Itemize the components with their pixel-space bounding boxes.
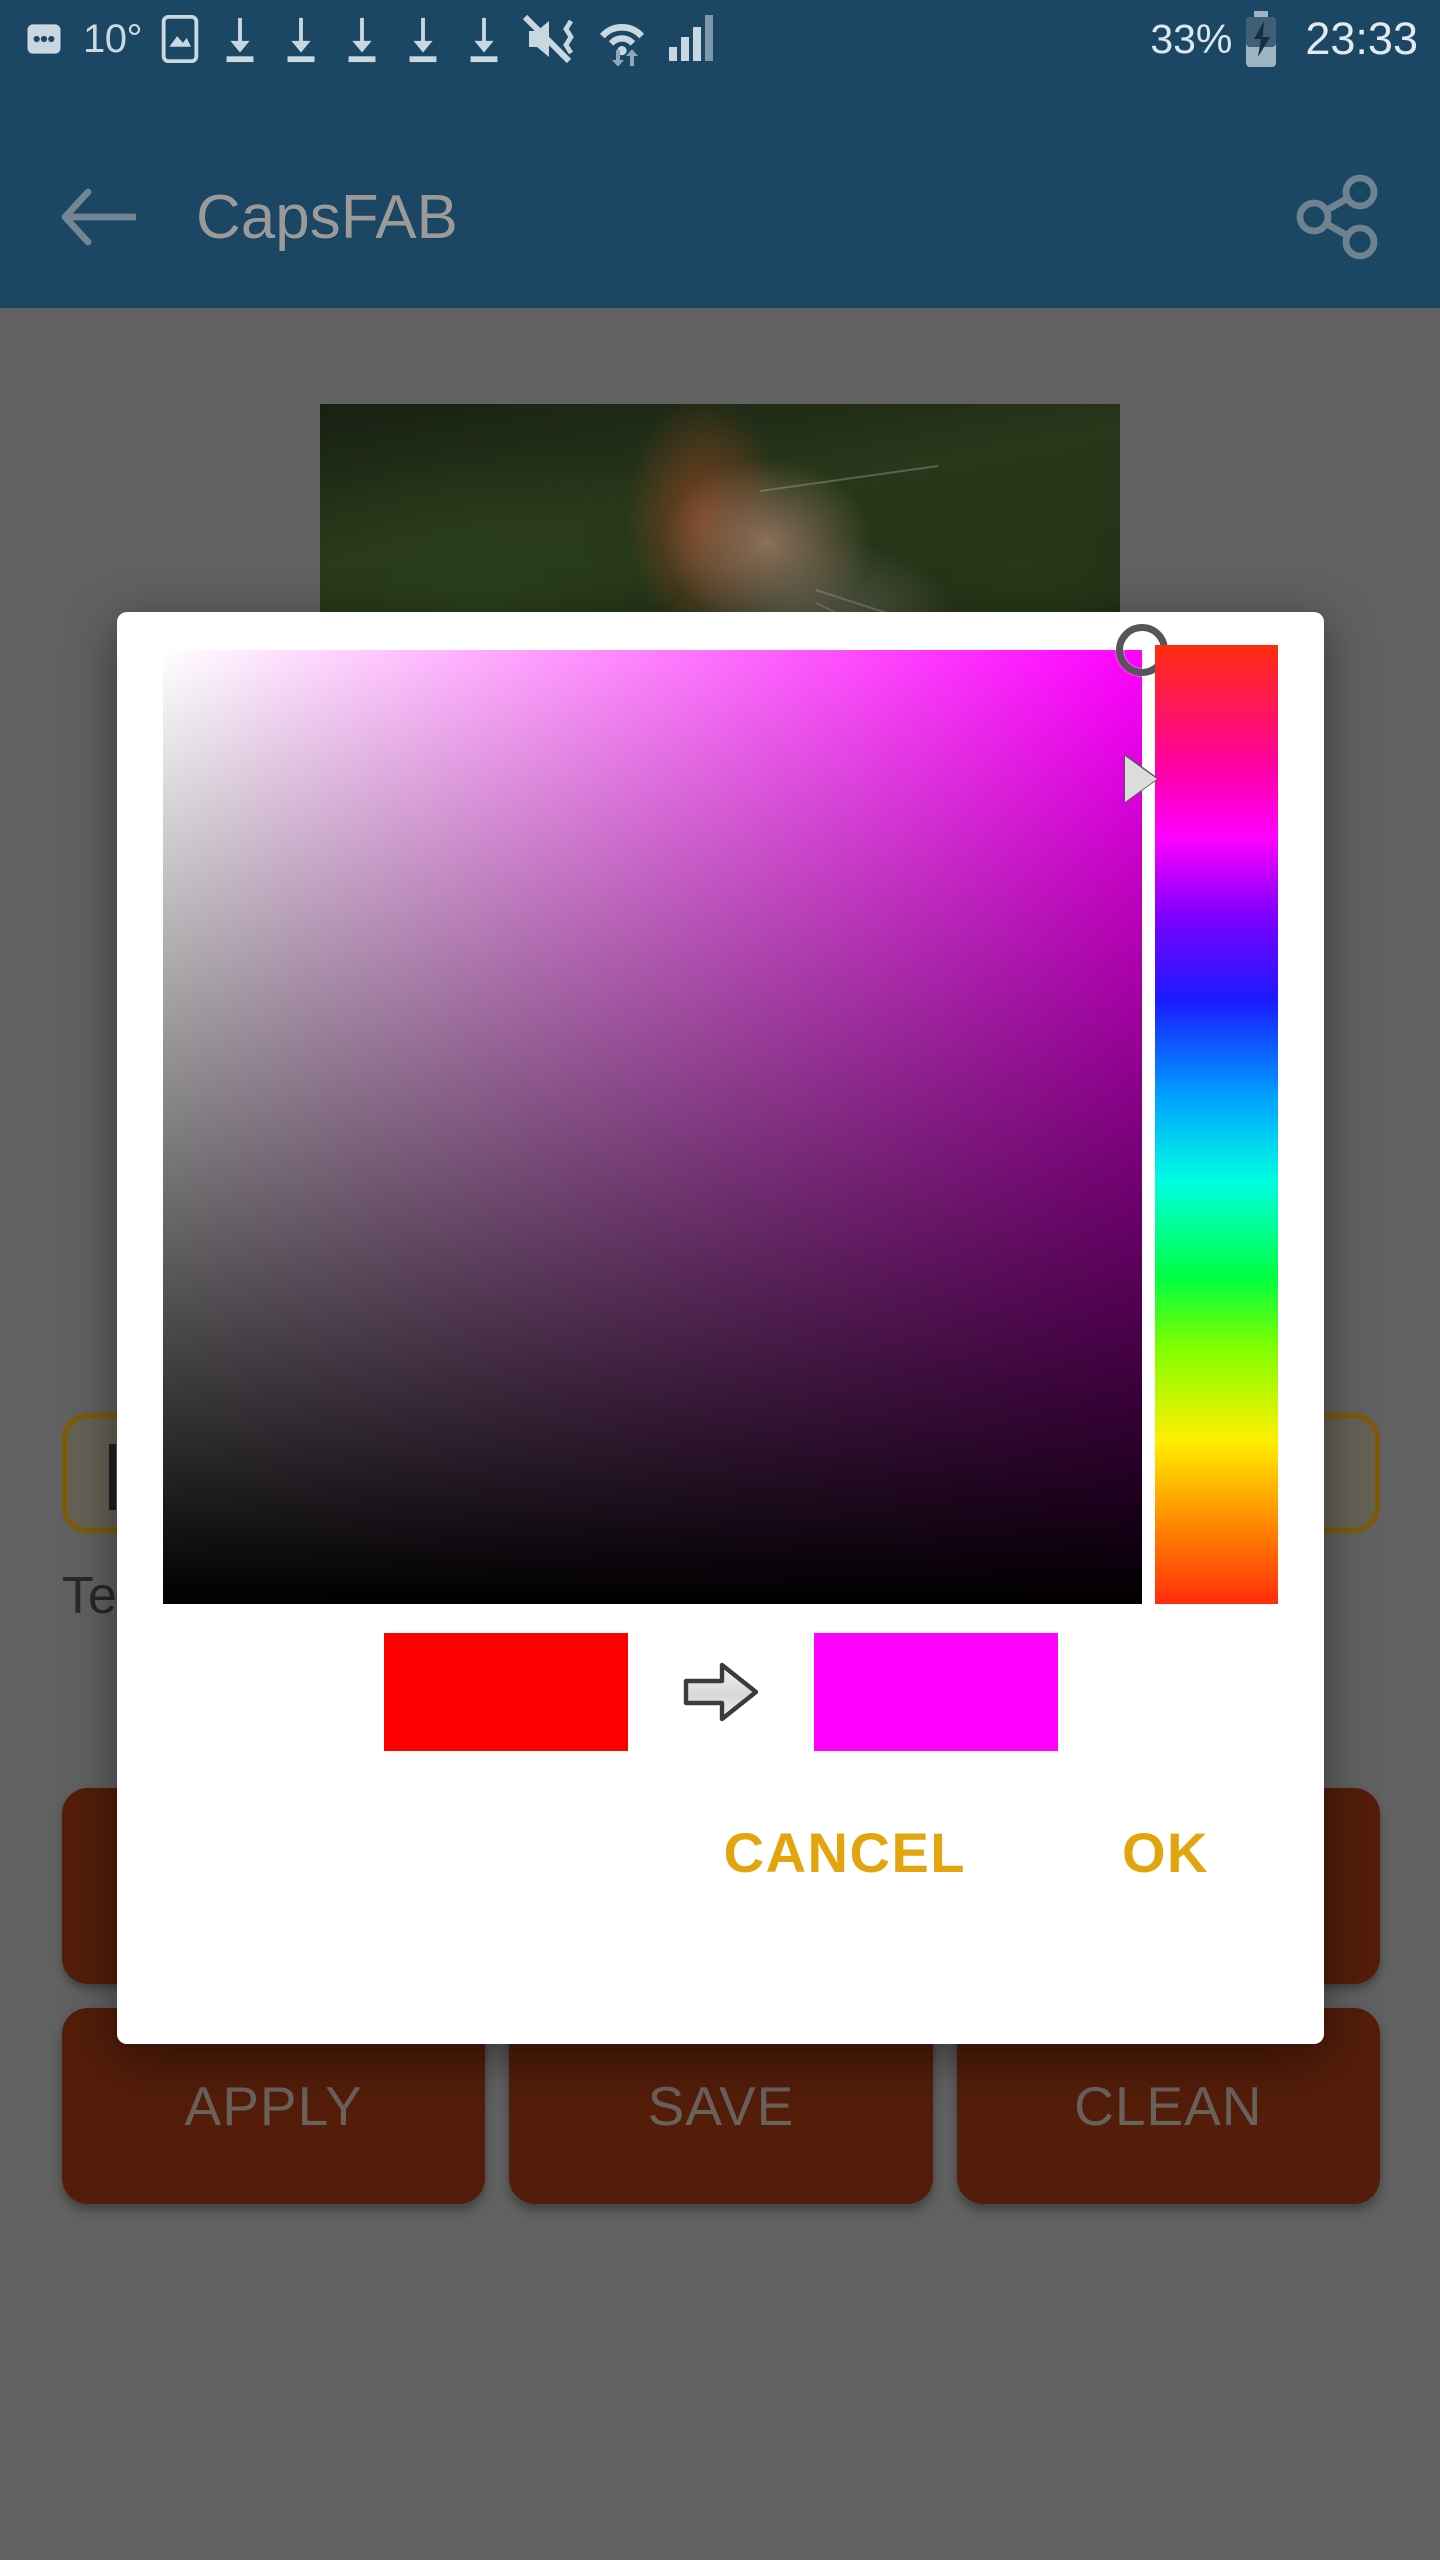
screen: 10° 33% 23:33 CapsFAB Te APPLY SAVE CLEA… xyxy=(0,0,1440,2560)
download-icon xyxy=(340,14,384,64)
download-icon xyxy=(218,14,262,64)
download-icon xyxy=(401,14,445,64)
color-picker-dialog: CANCEL OK xyxy=(117,612,1324,2044)
apply-button-label: APPLY xyxy=(184,2075,363,2137)
clock-label: 23:33 xyxy=(1305,13,1418,64)
ok-button[interactable]: OK xyxy=(1092,1806,1239,1899)
cancel-button[interactable]: CANCEL xyxy=(694,1806,996,1899)
gallery-icon xyxy=(159,14,201,64)
download-icon xyxy=(279,14,323,64)
status-bar: 10° 33% 23:33 xyxy=(0,0,1440,78)
arrow-right-icon xyxy=(680,1659,762,1725)
clean-button-label: CLEAN xyxy=(1074,2075,1263,2137)
save-button-label: SAVE xyxy=(647,2075,795,2137)
download-icon xyxy=(462,14,506,64)
dialog-action-row: CANCEL OK xyxy=(117,1792,1324,1912)
old-color-swatch xyxy=(383,1633,628,1751)
back-arrow-icon[interactable] xyxy=(60,179,136,255)
text-caret xyxy=(109,1444,116,1510)
temperature-indicator: 10° xyxy=(83,16,143,61)
hue-slider[interactable] xyxy=(1155,645,1278,1604)
cellular-signal-icon xyxy=(665,13,715,65)
color-preview-row xyxy=(117,1622,1324,1762)
app-bar: CapsFAB xyxy=(0,78,1440,308)
share-icon[interactable] xyxy=(1294,174,1380,260)
mute-vibrate-icon xyxy=(523,13,579,65)
saturation-value-panel[interactable] xyxy=(163,650,1142,1604)
new-color-swatch xyxy=(813,1633,1058,1751)
page-title: CapsFAB xyxy=(196,182,458,252)
wifi-transfer-icon xyxy=(596,12,648,66)
battery-charging-icon xyxy=(1240,11,1282,67)
more-dots-icon xyxy=(22,17,66,61)
text-section-label: Te xyxy=(62,1567,117,1625)
battery-percent-label: 33% xyxy=(1150,15,1233,62)
hue-slider-handle[interactable] xyxy=(1125,756,1157,803)
